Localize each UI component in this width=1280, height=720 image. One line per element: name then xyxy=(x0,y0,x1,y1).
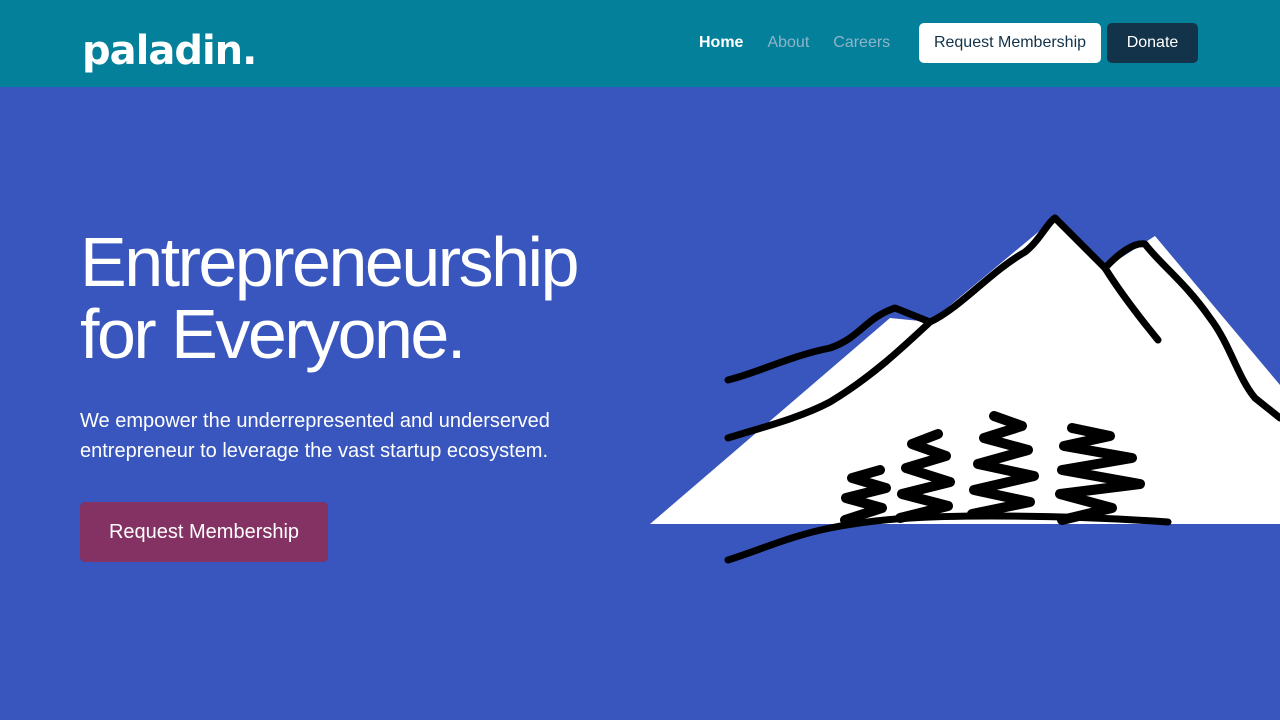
hero-title-line-1: Entrepreneurship xyxy=(80,223,580,301)
main-nav: Home About Careers xyxy=(699,32,890,54)
mountain-trees-icon xyxy=(640,200,1280,580)
hero-subtitle-line-2: entrepreneur to leverage the vast startu… xyxy=(80,440,549,462)
nav-link-about[interactable]: About xyxy=(767,32,809,54)
request-membership-nav-button[interactable]: Request Membership xyxy=(919,23,1101,63)
nav-link-careers[interactable]: Careers xyxy=(833,32,890,54)
hero-subtitle-line-1: We empower the underrepresented and unde… xyxy=(80,410,550,432)
nav-link-home[interactable]: Home xyxy=(699,32,743,54)
request-membership-hero-button[interactable]: Request Membership xyxy=(80,502,328,562)
site-header: paladin. Home About Careers Request Memb… xyxy=(0,0,1280,87)
hero-title-line-2: for Everyone. xyxy=(80,295,466,373)
donate-button[interactable]: Donate xyxy=(1107,23,1198,63)
hero-subtitle: We empower the underrepresented and unde… xyxy=(80,406,550,466)
logo-text: paladin. xyxy=(82,28,257,74)
paladin-logo[interactable]: paladin. xyxy=(82,17,257,74)
hero-title: Entrepreneurship for Everyone. xyxy=(80,226,620,370)
